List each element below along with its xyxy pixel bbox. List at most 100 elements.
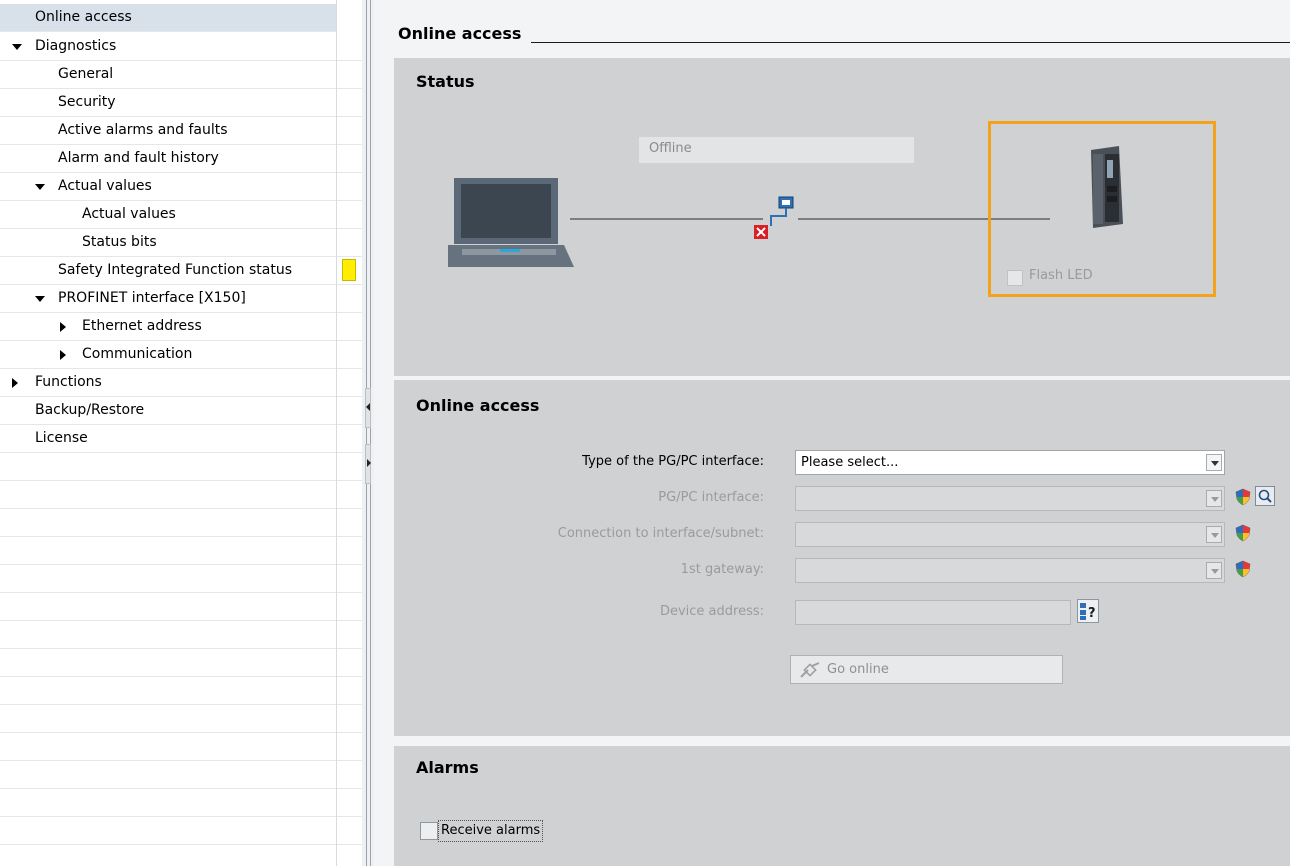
address-help-button[interactable]: ? [1077, 599, 1099, 623]
magnifier-icon [1258, 489, 1272, 503]
tree-item-label: Online access [35, 9, 132, 25]
status-section: Status Offline Flash LED [394, 58, 1290, 376]
tree-item-actual-values-group[interactable]: Actual values [0, 173, 362, 201]
go-online-label: Go online [827, 662, 889, 677]
tree-item-label: General [58, 66, 114, 82]
tree-item-label: Security [58, 94, 116, 110]
flash-led-label: Flash LED [1029, 268, 1093, 283]
tree-item-label: Active alarms and faults [58, 122, 228, 138]
tree-item-label: Ethernet address [82, 318, 202, 334]
receive-alarms-label[interactable]: Receive alarms [438, 820, 544, 842]
tree-item-label: Functions [35, 374, 102, 390]
pgpc-interface-select[interactable] [795, 486, 1225, 511]
tree-item-alarm-history[interactable]: Alarm and fault history [0, 145, 362, 173]
network-help-icon: ? [1080, 603, 1096, 621]
tree-item-label: PROFINET interface [X150] [58, 290, 246, 306]
tree-item-label: Alarm and fault history [58, 150, 219, 166]
tree-empty-row [0, 817, 362, 845]
section-title-online-access: Online access [416, 396, 540, 415]
section-title-alarms: Alarms [416, 758, 479, 777]
splitter-line [366, 0, 367, 866]
tree-empty-row [0, 593, 362, 621]
properties-shield-icon[interactable] [1234, 524, 1252, 542]
tree-item-actual-values[interactable]: Actual values [0, 201, 362, 229]
tree-item-label: Communication [82, 346, 193, 362]
drive-device-icon [1091, 146, 1123, 228]
first-gateway-select[interactable] [795, 558, 1225, 583]
expand-down-icon[interactable] [12, 44, 22, 50]
expand-right-icon[interactable] [60, 322, 66, 332]
tree-item-label: Safety Integrated Function status [58, 262, 293, 278]
go-online-icon [800, 662, 820, 678]
properties-shield-icon[interactable] [1234, 488, 1252, 506]
expand-right-button[interactable] [365, 444, 371, 484]
tree-item-functions[interactable]: Functions [0, 369, 362, 397]
tree-item-label: Actual values [82, 206, 176, 222]
laptop-icon [448, 178, 574, 267]
chevron-down-icon[interactable] [1206, 562, 1222, 579]
receive-alarms-checkbox[interactable] [420, 822, 438, 840]
tree-item-general[interactable]: General [0, 61, 362, 89]
arrow-left-icon [366, 403, 370, 411]
tree-item-online-access[interactable]: Online access [0, 4, 336, 32]
device-address-label: Device address: [659, 604, 764, 619]
connection-status-field: Offline [639, 137, 914, 163]
tree-item-license[interactable]: License [0, 425, 362, 453]
flash-led-checkbox[interactable] [1007, 270, 1023, 286]
expand-down-icon[interactable] [35, 184, 45, 190]
tree-empty-row [0, 705, 362, 733]
expand-down-icon[interactable] [35, 296, 45, 302]
chevron-down-icon[interactable] [1206, 454, 1222, 471]
tree-empty-row [0, 509, 362, 537]
tree-empty-row [0, 481, 362, 509]
connection-subnet-select[interactable] [795, 522, 1225, 547]
go-online-button[interactable]: Go online [790, 655, 1063, 684]
expand-right-icon[interactable] [12, 378, 18, 388]
tree-empty-row [0, 621, 362, 649]
editor-area: Online access Status Offline Flash LED O… [374, 0, 1290, 866]
status-marker-icon [342, 259, 356, 281]
tree-empty-row [0, 677, 362, 705]
tree-item-backup-restore[interactable]: Backup/Restore [0, 397, 362, 425]
pane-splitter[interactable] [362, 0, 374, 866]
tree-empty-row [0, 761, 362, 789]
tree-empty-row [0, 565, 362, 593]
network-disconnected-icon [754, 196, 794, 239]
tree-item-active-alarms[interactable]: Active alarms and faults [0, 117, 362, 145]
tree-empty-row [0, 733, 362, 761]
tree-empty-row [0, 537, 362, 565]
section-title-status: Status [416, 72, 475, 91]
tree-item-status-bits[interactable]: Status bits [0, 229, 362, 257]
chevron-down-icon[interactable] [1206, 490, 1222, 507]
pgpc-type-label: Type of the PG/PC interface: [582, 454, 764, 469]
properties-shield-icon[interactable] [1234, 560, 1252, 578]
tree-item-profinet-interface[interactable]: PROFINET interface [X150] [0, 285, 362, 313]
tree-item-ethernet-address[interactable]: Ethernet address [0, 313, 362, 341]
tree-empty-row [0, 845, 362, 866]
tree-item-security[interactable]: Security [0, 89, 362, 117]
alarms-section: Alarms Receive alarms [394, 746, 1290, 866]
pgpc-type-value: Please select... [801, 455, 899, 470]
connection-status-text: Offline [649, 141, 692, 156]
device-highlight-box: Flash LED [988, 121, 1216, 297]
tree-item-communication[interactable]: Communication [0, 341, 362, 369]
tree-item-label: Diagnostics [35, 38, 117, 54]
tree-item-label: Actual values [58, 178, 152, 194]
splitter-line [370, 0, 371, 866]
pgpc-interface-label: PG/PC interface: [658, 490, 764, 505]
page-title: Online access [398, 24, 532, 43]
tree-item-safety-integrated[interactable]: Safety Integrated Function status [0, 257, 362, 285]
heading-underline [398, 42, 1290, 43]
first-gateway-label: 1st gateway: [680, 562, 764, 577]
pgpc-type-select[interactable]: Please select... [795, 450, 1225, 475]
device-address-input[interactable] [795, 600, 1071, 625]
search-interface-button[interactable] [1255, 486, 1275, 506]
svg-text:?: ? [1088, 606, 1096, 621]
tree-item-label: License [35, 430, 88, 446]
collapse-left-button[interactable] [365, 388, 371, 428]
tree-empty-row [0, 789, 362, 817]
chevron-down-icon[interactable] [1206, 526, 1222, 543]
expand-right-icon[interactable] [60, 350, 66, 360]
tree-item-diagnostics[interactable]: Diagnostics [0, 33, 362, 61]
tree-empty-row [0, 649, 362, 677]
